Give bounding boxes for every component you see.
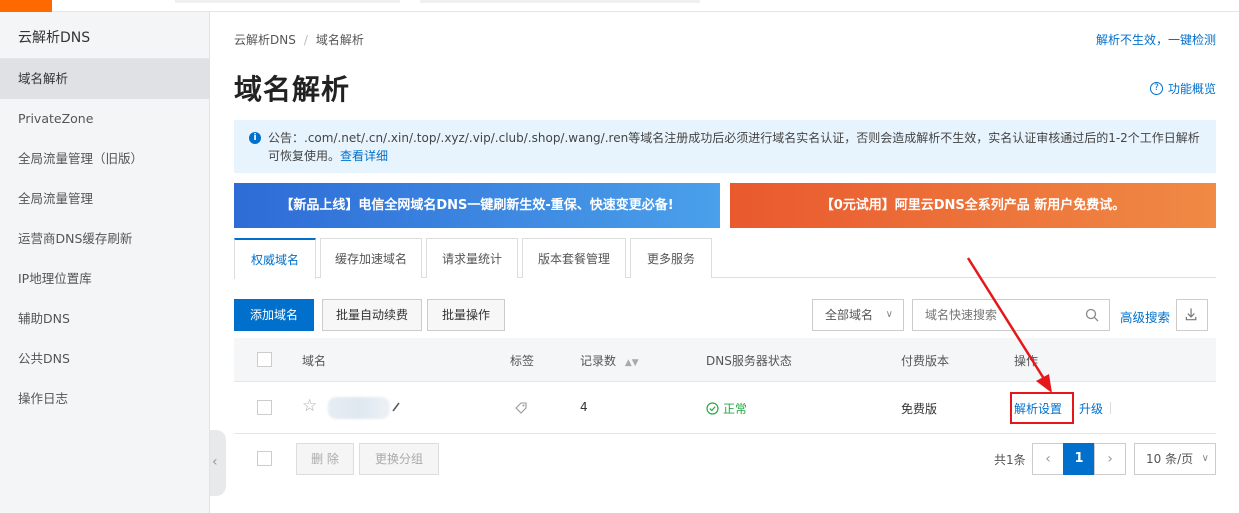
next-page-button[interactable]: › [1094, 443, 1126, 475]
batch-renew-button[interactable]: 批量自动续费 [322, 299, 422, 331]
chevron-down-icon: ∨ [885, 309, 893, 320]
resolution-settings-link[interactable]: 解析设置 [1014, 400, 1062, 417]
edit-icon[interactable] [391, 401, 401, 413]
breadcrumb-separator: / [303, 33, 308, 47]
footer-select-checkbox[interactable] [257, 451, 272, 466]
sort-icon[interactable]: ▲▼ [625, 358, 639, 368]
star-icon[interactable]: ☆ [302, 396, 317, 416]
info-icon: i [249, 132, 261, 144]
feature-overview-link[interactable]: ? 功能概览 [1149, 80, 1216, 97]
sidebar-item-gtm-legacy[interactable]: 全局流量管理（旧版） [0, 139, 210, 179]
add-domain-button[interactable]: 添加域名 [234, 299, 314, 331]
sidebar-item-operation-log[interactable]: 操作日志 [0, 379, 210, 419]
tab-request-stats[interactable]: 请求量统计 [426, 238, 518, 278]
table-footer: 删 除 更换分组 共1条 ‹ 1 › 10 条/页 ∨ [234, 434, 1216, 484]
promo-banner-free-trial[interactable]: 【0元试用】阿里云DNS全系列产品 新用户免费试。 [730, 183, 1216, 228]
announcement-text: 公告：.com/.net/.cn/.xin/.top/.xyz/.vip/.cl… [268, 131, 1200, 163]
table-header: 域名 标签 记录数 ▲▼ DNS服务器状态 付费版本 操作 [234, 338, 1216, 382]
record-count: 4 [580, 400, 588, 414]
domain-search-input[interactable] [913, 300, 1073, 330]
page-size-select[interactable]: 10 条/页 ∨ [1134, 443, 1216, 475]
tab-cache-domains[interactable]: 缓存加速域名 [320, 238, 422, 278]
sidebar-item-domain-resolution[interactable]: 域名解析 [0, 59, 210, 99]
breadcrumb-current: 域名解析 [315, 33, 364, 47]
tab-bar: 权威域名 缓存加速域名 请求量统计 版本套餐管理 更多服务 [234, 238, 1216, 279]
chevron-left-icon: ‹ [212, 454, 218, 470]
chevron-down-icon: ∨ [1201, 453, 1209, 464]
page-size-value: 10 条/页 [1146, 452, 1194, 466]
tab-authoritative-domains[interactable]: 权威域名 [234, 238, 316, 279]
delete-button[interactable]: 删 除 [296, 443, 354, 475]
announcement-notice: i 公告：.com/.net/.cn/.xin/.top/.xyz/.vip/.… [234, 120, 1216, 173]
batch-operations-button[interactable]: 批量操作 [427, 299, 505, 331]
sidebar-item-public-dns[interactable]: 公共DNS [0, 339, 210, 379]
page-title: 域名解析 [234, 73, 351, 106]
header-record-count[interactable]: 记录数 ▲▼ [580, 352, 639, 369]
check-circle-icon [706, 402, 719, 415]
breadcrumb: 云解析DNS / 域名解析 [234, 31, 364, 48]
header-actions: 操作 [1014, 354, 1039, 368]
download-icon [1185, 308, 1197, 321]
chevron-left-icon: ‹ [1045, 451, 1051, 467]
domain-search-box [912, 299, 1110, 331]
top-search-placeholder [420, 0, 700, 3]
brand-logo[interactable] [0, 0, 52, 12]
search-icon[interactable] [1085, 308, 1099, 322]
sidebar-item-gtm[interactable]: 全局流量管理 [0, 179, 210, 219]
chevron-right-icon: › [1107, 451, 1113, 467]
header-tag: 标签 [510, 354, 535, 368]
tag-icon[interactable] [514, 401, 528, 415]
sidebar-title: 云解析DNS [18, 30, 91, 46]
action-divider [1110, 402, 1111, 414]
dns-status: 正常 [706, 400, 747, 417]
top-bar [0, 0, 1239, 12]
header-edition: 付费版本 [901, 354, 950, 368]
sidebar-item-privatezone[interactable]: PrivateZone [0, 99, 210, 139]
edition-value: 免费版 [901, 402, 938, 416]
advanced-search-link[interactable]: 高级搜索 [1120, 307, 1170, 326]
tab-plan-management[interactable]: 版本套餐管理 [522, 238, 626, 278]
sidebar: 云解析DNS 域名解析 PrivateZone 全局流量管理（旧版） 全局流量管… [0, 12, 210, 513]
sidebar-item-cache-refresh[interactable]: 运营商DNS缓存刷新 [0, 219, 210, 259]
dns-status-label: 正常 [723, 402, 748, 416]
total-count: 共1条 [994, 453, 1026, 467]
upgrade-link[interactable]: 升级 [1079, 400, 1103, 417]
promo-banner-telecom[interactable]: 【新品上线】电信全网域名DNS一键刷新生效-重保、快速变更必备! [234, 183, 720, 228]
sidebar-item-secondary-dns[interactable]: 辅助DNS [0, 299, 210, 339]
breadcrumb-root[interactable]: 云解析DNS [234, 33, 296, 47]
header-dns-status: DNS服务器状态 [706, 354, 792, 368]
question-icon: ? [1149, 82, 1163, 95]
domain-name-redacted[interactable] [328, 397, 390, 419]
sidebar-item-ip-geo[interactable]: IP地理位置库 [0, 259, 210, 299]
header-domain: 域名 [302, 354, 327, 368]
domain-filter-select[interactable]: 全部域名 ∨ [812, 299, 904, 331]
feature-overview-label: 功能概览 [1167, 82, 1216, 96]
header-record-count-label: 记录数 [580, 354, 617, 368]
table-row: ☆ 4 正常 免费版 解析设置 升级 [234, 382, 1216, 434]
row-checkbox[interactable] [257, 400, 272, 415]
domain-filter-value: 全部域名 [825, 308, 874, 322]
top-nav-placeholder [175, 0, 400, 3]
sidebar-collapse-button[interactable]: ‹ [210, 430, 226, 496]
select-all-checkbox[interactable] [257, 352, 272, 367]
prev-page-button[interactable]: ‹ [1032, 443, 1064, 475]
announcement-detail-link[interactable]: 查看详细 [340, 149, 388, 163]
change-group-button[interactable]: 更换分组 [359, 443, 439, 475]
tab-more-services[interactable]: 更多服务 [630, 238, 712, 278]
page-1-button[interactable]: 1 [1063, 443, 1095, 475]
download-button[interactable] [1176, 299, 1208, 331]
resolution-check-link[interactable]: 解析不生效，一键检测 [1096, 31, 1216, 48]
